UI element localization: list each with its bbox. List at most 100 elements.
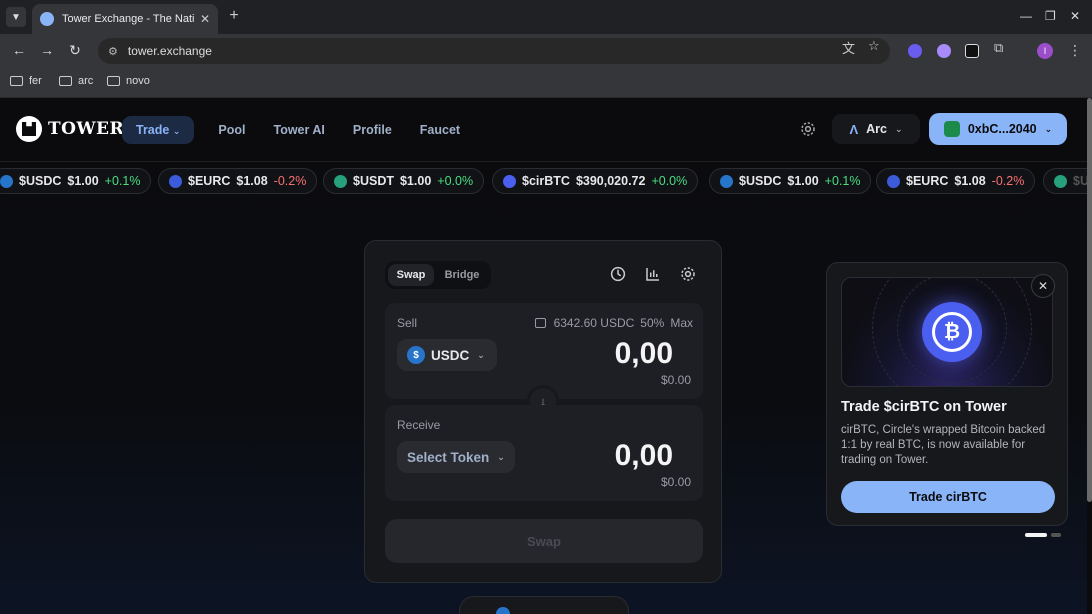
settings-gear-icon[interactable] — [679, 265, 697, 283]
chevron-down-icon: ⌄ — [497, 451, 505, 462]
receive-label: Receive — [397, 418, 441, 432]
chart-bars-icon[interactable] — [644, 265, 662, 283]
usdc-token-icon: $ — [407, 346, 425, 364]
chevron-down-icon: ⌄ — [172, 126, 181, 136]
max-button[interactable]: Max — [670, 316, 693, 330]
reload-icon[interactable]: ↻ — [66, 42, 84, 59]
ticker-item[interactable]: $EURC $1.08 -0.2% — [158, 168, 318, 194]
nav-tower-ai[interactable]: Tower AI — [273, 123, 324, 137]
wallet-button[interactable]: 0xbC...2040 ⌄ — [929, 113, 1067, 145]
settings-gear-icon[interactable] — [799, 120, 817, 138]
browser-tab-bar: ▼ Tower Exchange - The Native ✕ + — ❐ ✕ — [0, 0, 1092, 34]
bookmark-folder-fer[interactable]: fer — [10, 75, 42, 87]
arc-network-icon: Λ — [849, 121, 859, 137]
eurc-token-icon — [169, 174, 182, 188]
network-selector[interactable]: Λ Arc ⌄ — [832, 114, 920, 144]
promo-card: ₿ ✕ Trade $cirBTC on Tower cirBTC, Circl… — [826, 262, 1068, 526]
receive-amount: 0,00 — [614, 439, 673, 472]
tab-search-button[interactable]: ▼ — [6, 7, 26, 27]
swap-bridge-toggle: Swap Bridge — [385, 261, 491, 289]
extension-icon[interactable] — [937, 44, 951, 58]
receive-usd-value: $0.00 — [660, 475, 691, 489]
window-close-icon[interactable]: ✕ — [1070, 9, 1080, 23]
close-icon[interactable]: ✕ — [200, 12, 210, 26]
address-bar[interactable]: ⚙ tower.exchange — [98, 38, 890, 64]
nav-profile[interactable]: Profile — [353, 123, 392, 137]
more-menu-icon[interactable]: ⋮ — [1068, 42, 1082, 59]
wallet-icon — [534, 318, 546, 328]
cirbtc-token-icon — [503, 174, 516, 188]
history-clock-icon[interactable] — [609, 265, 627, 283]
page-scrollbar[interactable] — [1087, 98, 1092, 502]
puzzle-extensions-icon[interactable]: ⧉ — [994, 40, 1003, 56]
ticker-item[interactable]: $EURC $1.08 -0.2% — [876, 168, 1036, 194]
extension-icon[interactable] — [908, 44, 922, 58]
bookmark-folder-arc[interactable]: arc — [59, 75, 93, 87]
site-info-icon[interactable]: ⚙ — [108, 45, 118, 58]
usdc-token-icon — [496, 607, 510, 614]
tab-swap[interactable]: Swap — [388, 264, 434, 286]
bottom-token-pill[interactable] — [459, 596, 629, 614]
cirbtc-coin-icon: ₿ — [922, 302, 982, 362]
ticker-item[interactable]: $U — [1043, 168, 1087, 194]
promo-title: Trade $cirBTC on Tower — [841, 399, 1007, 415]
nav-pool[interactable]: Pool — [218, 123, 245, 137]
bookmark-folder-novo[interactable]: novo — [107, 75, 150, 87]
new-tab-button[interactable]: + — [224, 7, 244, 25]
minimize-icon[interactable]: — — [1020, 9, 1032, 23]
wallet-avatar-icon — [943, 121, 960, 137]
receive-panel: Receive Select Token ⌄ 0,00 $0.00 — [385, 405, 703, 501]
page-content: TOWER Trade ⌄ Pool Tower AI Profile Fauc… — [0, 98, 1087, 614]
forward-arrow-icon[interactable]: → — [38, 42, 56, 58]
swap-submit-button[interactable]: Swap — [385, 519, 703, 563]
receive-token-selector[interactable]: Select Token ⌄ — [397, 441, 515, 473]
divider — [0, 161, 1087, 162]
ticker-item[interactable]: $USDT $1.00 +0.0% — [323, 168, 485, 194]
carousel-dots — [1025, 533, 1065, 537]
tab-title: Tower Exchange - The Native — [62, 13, 194, 25]
carousel-dot[interactable] — [1051, 533, 1061, 537]
profile-avatar[interactable]: I — [1037, 43, 1053, 59]
chevron-down-icon: ⌄ — [894, 123, 903, 134]
bookmarks-bar: fer arc novo — [0, 68, 1092, 98]
eurc-token-icon — [887, 174, 900, 188]
folder-icon — [10, 76, 23, 86]
tower-logo-icon — [16, 116, 42, 142]
browser-tab-active[interactable]: Tower Exchange - The Native ✕ — [32, 4, 218, 34]
half-button[interactable]: 50% — [640, 316, 664, 330]
sell-amount-input[interactable]: 0,00 — [615, 337, 673, 371]
carousel-dot-active[interactable] — [1025, 533, 1047, 537]
usdt-token-icon — [334, 174, 347, 188]
promo-description: cirBTC, Circle's wrapped Bitcoin backed … — [841, 424, 1046, 466]
bookmark-star-icon[interactable]: ☆ — [868, 38, 880, 54]
trade-cirbtc-button[interactable]: Trade cirBTC — [841, 481, 1055, 513]
sell-token-selector[interactable]: $ USDC ⌄ — [397, 339, 497, 371]
tab-bridge[interactable]: Bridge — [437, 264, 487, 286]
nav-faucet[interactable]: Faucet — [420, 123, 460, 137]
sell-usd-value: $0.00 — [660, 373, 691, 387]
ticker-item[interactable]: $USDC $1.00 +0.1% — [709, 168, 872, 194]
tower-favicon-icon — [40, 12, 54, 26]
sell-balance: 6342.60 USDC 50% Max — [534, 316, 693, 330]
chevron-down-icon: ⌄ — [477, 349, 485, 360]
promo-banner-image: ₿ — [841, 277, 1053, 387]
restore-icon[interactable]: ❐ — [1045, 9, 1056, 23]
back-arrow-icon[interactable]: ← — [10, 42, 28, 58]
usdt-token-icon — [1054, 174, 1067, 188]
folder-icon — [59, 76, 72, 86]
usdc-token-icon — [720, 174, 733, 188]
extension-icon[interactable] — [965, 44, 979, 58]
translate-icon[interactable]: 文 — [842, 38, 855, 57]
browser-toolbar: ← → ↻ ⚙ tower.exchange 文 ☆ ⧉ I ⋮ — [0, 34, 1092, 68]
tower-logo[interactable]: TOWER — [16, 116, 124, 142]
ticker-item[interactable]: $cirBTC $390,020.72 +0.0% — [492, 168, 699, 194]
close-icon[interactable]: ✕ — [1031, 274, 1055, 298]
main-nav: Trade ⌄ Pool Tower AI Profile Faucet — [122, 116, 488, 144]
price-ticker: $USDC $1.00 +0.1% $EURC $1.08 -0.2% $USDT $1.… — [0, 168, 1087, 196]
sell-label: Sell — [397, 316, 418, 330]
swap-card: Swap Bridge Sell 6342.60 USDC 50% Max $ … — [364, 240, 722, 583]
folder-icon — [107, 76, 120, 86]
usdc-token-icon — [0, 174, 13, 188]
ticker-item[interactable]: $USDC $1.00 +0.1% — [0, 168, 152, 194]
nav-trade[interactable]: Trade ⌄ — [122, 116, 195, 144]
